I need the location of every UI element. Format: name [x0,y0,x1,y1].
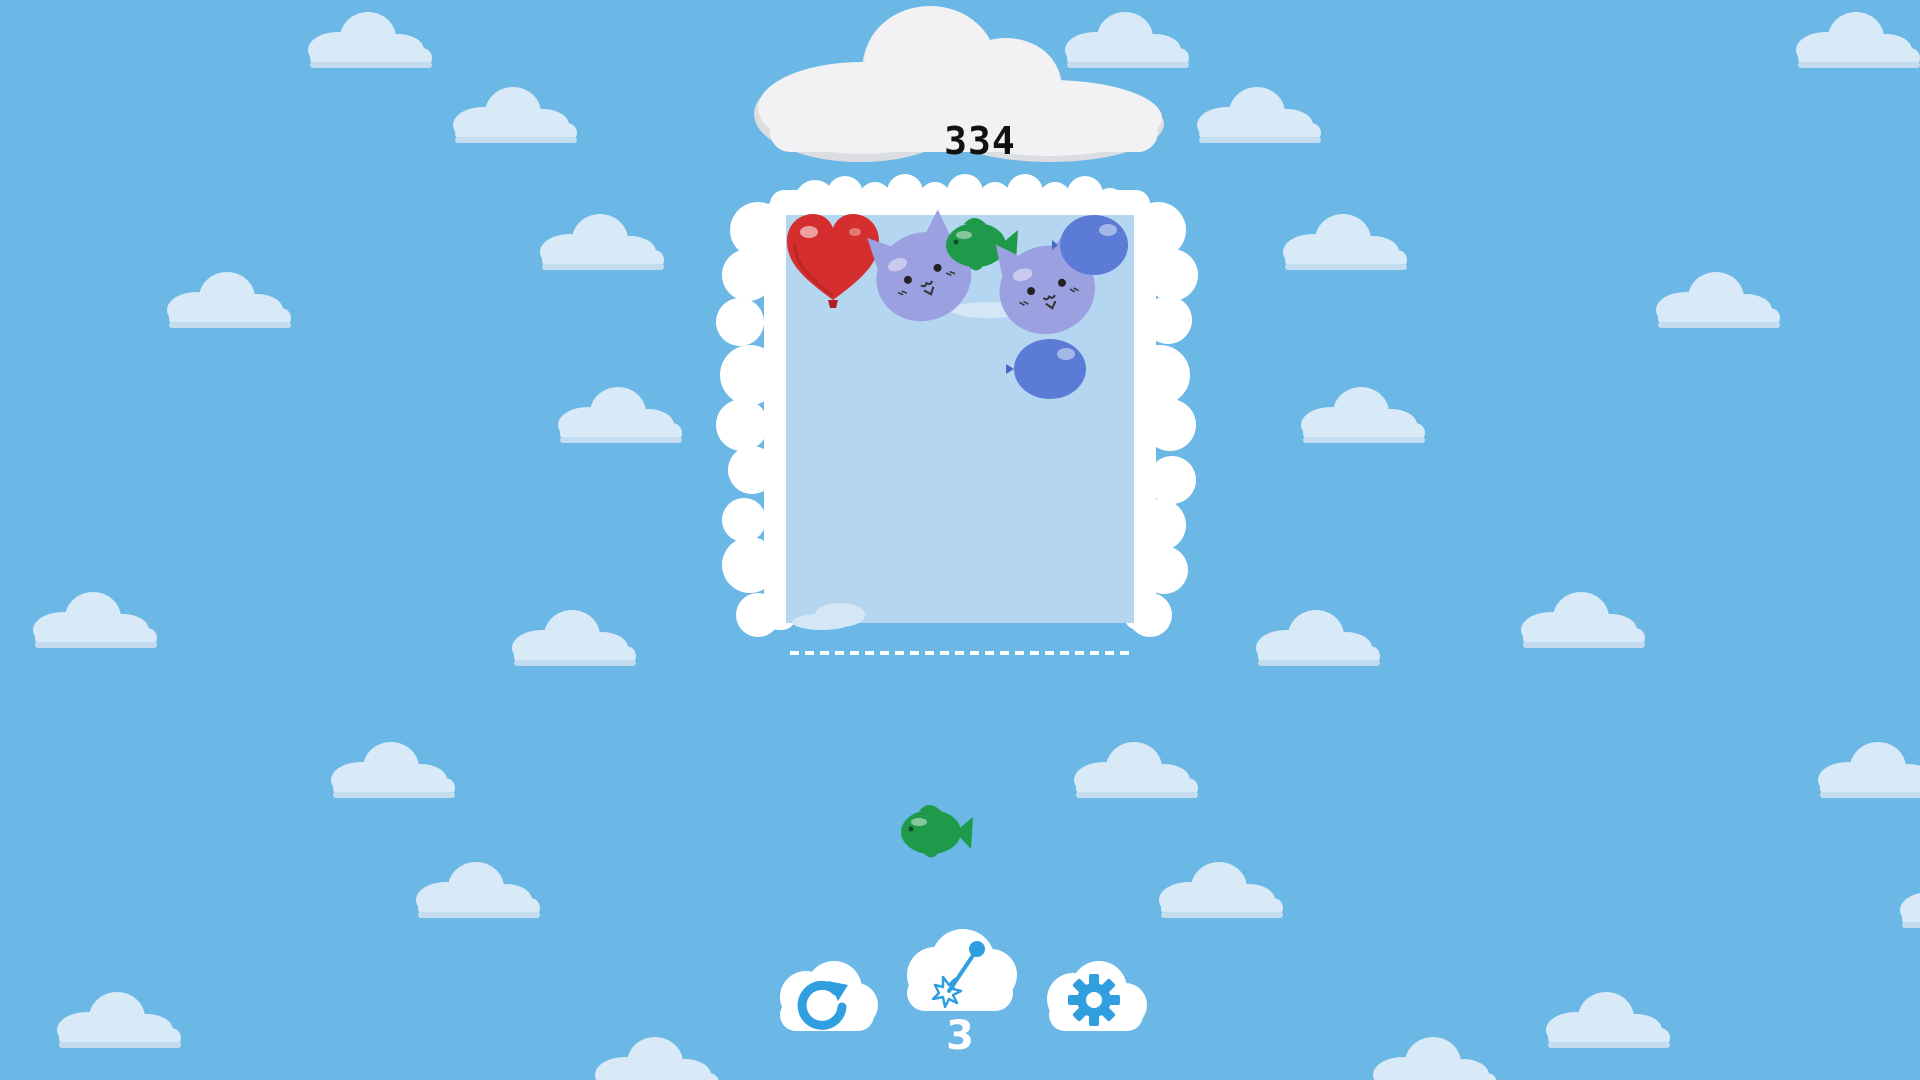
restart-button[interactable] [768,955,883,1045]
gear-icon [1068,974,1120,1026]
pop-tool-count: 3 [946,1013,974,1059]
next-fish-balloon[interactable] [895,797,975,867]
score-value: 334 [944,119,1016,163]
settings-button[interactable] [1037,955,1152,1045]
round-balloon [1006,339,1086,399]
pop-tool-button[interactable] [899,925,1021,1025]
round-balloon [1052,215,1128,275]
